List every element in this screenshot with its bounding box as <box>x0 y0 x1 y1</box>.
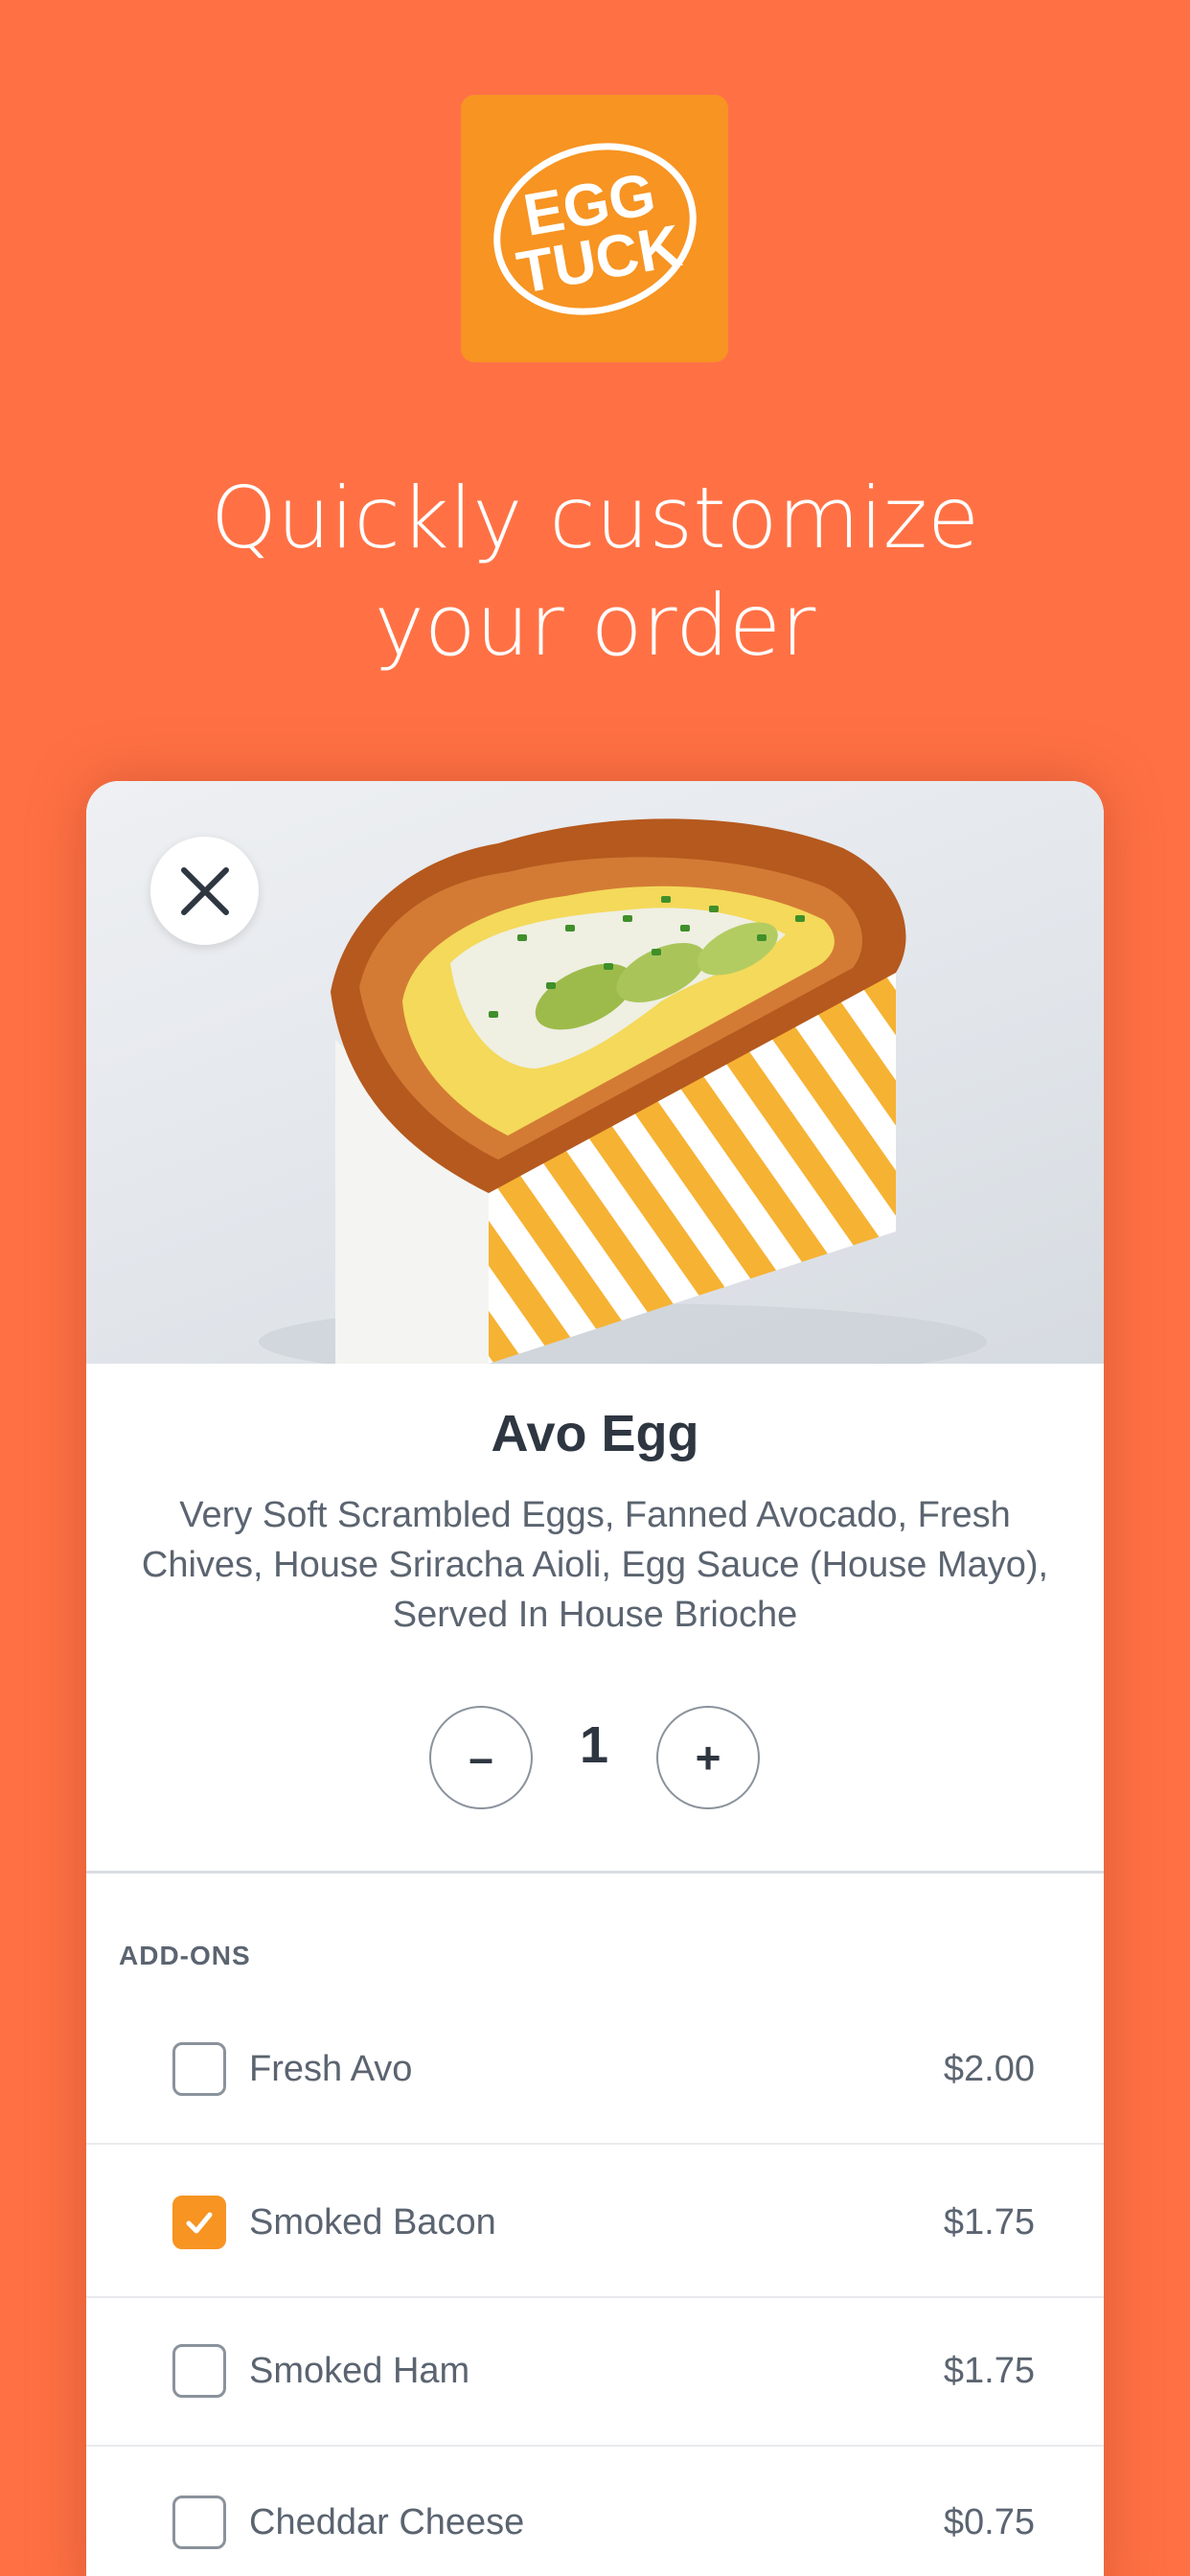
addon-name: Smoked Bacon <box>249 2202 496 2242</box>
addon-checkbox[interactable] <box>172 2496 226 2549</box>
section-divider <box>86 1871 1104 1874</box>
quantity-value: 1 <box>579 1716 609 1774</box>
addons-section-title: ADD-ONS <box>119 1941 251 1970</box>
close-icon <box>180 866 229 915</box>
addon-checkbox[interactable] <box>172 2042 226 2096</box>
addon-row-fresh-avo[interactable]: Fresh Avo $2.00 <box>86 1993 1104 2145</box>
addon-price: $2.00 <box>943 2049 1035 2089</box>
addon-row-cheddar-cheese[interactable]: Cheddar Cheese $0.75 <box>86 2447 1104 2576</box>
addon-row-smoked-ham[interactable]: Smoked Ham $1.75 <box>86 2295 1104 2447</box>
addon-checkbox[interactable] <box>172 2196 226 2249</box>
item-photo <box>86 781 1104 1364</box>
brand-logo: EGG TUCK <box>461 95 728 362</box>
item-description: Very Soft Scrambled Eggs, Fanned Avocado… <box>141 1495 1049 1635</box>
row-divider <box>86 2143 1104 2145</box>
checkmark-icon <box>186 2212 213 2234</box>
page-headline: Quickly customize your order <box>0 465 1190 679</box>
headline-line-2: your order <box>374 576 816 675</box>
addon-name: Smoked Ham <box>249 2351 470 2391</box>
addon-name: Fresh Avo <box>249 2049 413 2089</box>
addon-row-smoked-bacon[interactable]: Smoked Bacon $1.75 <box>86 2147 1104 2298</box>
item-name: Avo Egg <box>491 1405 699 1462</box>
decrement-button[interactable]: – <box>429 1706 533 1809</box>
item-customization-card: Avo Egg Very Soft Scrambled Eggs, Fanned… <box>86 781 1104 2576</box>
addon-price: $1.75 <box>943 2202 1035 2242</box>
addon-name: Cheddar Cheese <box>249 2502 525 2542</box>
quantity-stepper: – 1 + <box>86 1706 1104 1809</box>
increment-button[interactable]: + <box>656 1706 760 1809</box>
addon-checkbox[interactable] <box>172 2344 226 2398</box>
headline-line-1: Quickly customize <box>210 469 980 567</box>
close-button[interactable] <box>150 837 259 945</box>
addon-price: $1.75 <box>943 2351 1035 2391</box>
addon-price: $0.75 <box>943 2502 1035 2542</box>
